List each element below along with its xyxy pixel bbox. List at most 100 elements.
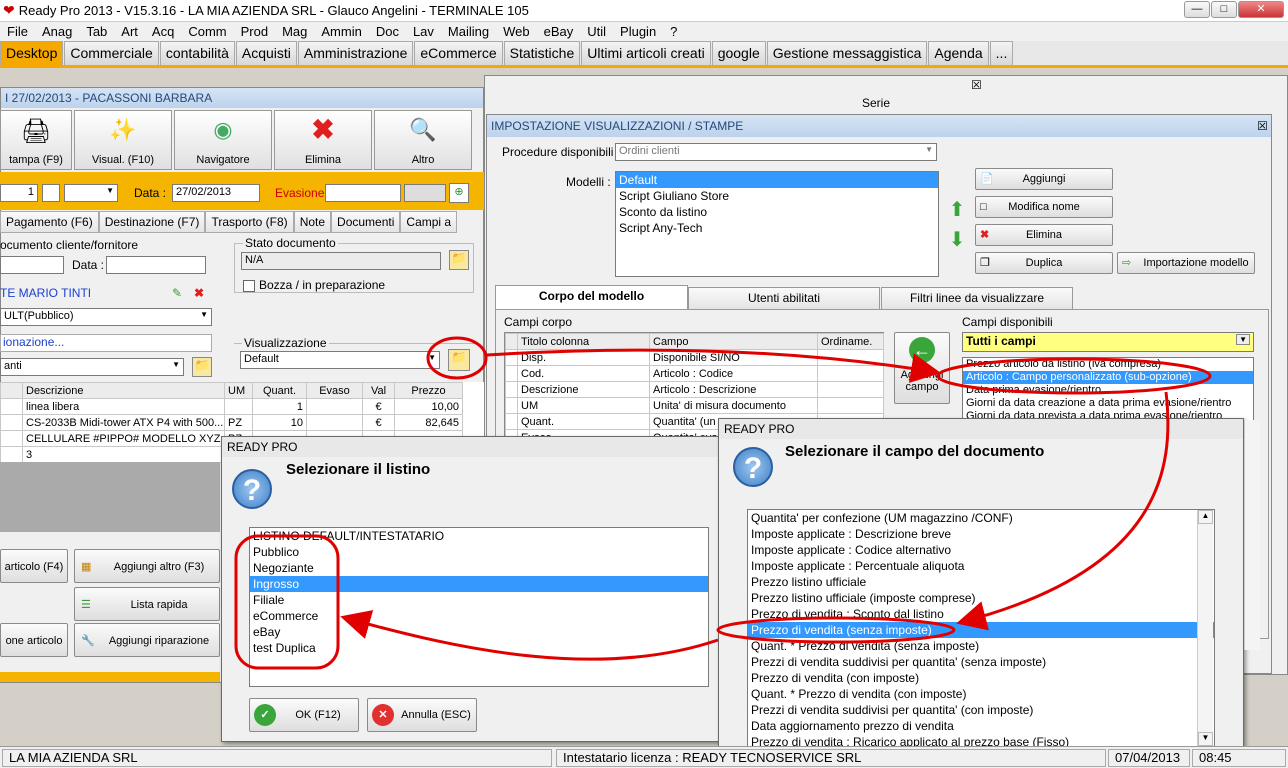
listino-item[interactable]: LISTINO DEFAULT/INTESTATARIO: [250, 528, 708, 544]
campo-list-scrollbar[interactable]: ▲ ▼: [1197, 510, 1213, 746]
visualizzazione-select[interactable]: Default ▼: [240, 351, 440, 369]
tab-1[interactable]: Commerciale: [64, 41, 159, 65]
listino-item[interactable]: eCommerce: [250, 608, 708, 624]
tab-4[interactable]: Amministrazione: [297, 41, 414, 65]
campo-item[interactable]: Quant. * Prezzo di vendita (con imposte): [748, 686, 1214, 702]
campo-item[interactable]: Prezzi di vendita suddivisi per quantita…: [748, 654, 1214, 670]
campo-item[interactable]: Data aggiornamento prezzo di vendita: [748, 718, 1214, 734]
tab-11[interactable]: ...: [989, 41, 1014, 65]
menu-item-4[interactable]: Acq: [145, 24, 181, 39]
listino-item[interactable]: eBay: [250, 624, 708, 640]
modello-item[interactable]: Script Giuliano Store: [616, 188, 938, 204]
tab-8[interactable]: google: [711, 41, 766, 65]
evasione-extra-field[interactable]: [404, 184, 446, 202]
order-subtab-0[interactable]: Pagamento (F6): [0, 211, 99, 233]
tab-2[interactable]: contabilità: [159, 41, 235, 65]
table-row[interactable]: linea libera 1 €10,00: [0, 398, 463, 415]
menu-item-7[interactable]: Mag: [275, 24, 314, 39]
modello-item[interactable]: Script Any-Tech: [616, 220, 938, 236]
visual-button[interactable]: ✨ Visual. (F10): [74, 110, 172, 170]
campo-disponibile-item[interactable]: Prezzo articolo da listino (iva compresa…: [963, 358, 1253, 371]
stato-folder-button[interactable]: 📁: [449, 250, 469, 270]
tab-5[interactable]: eCommerce: [414, 41, 503, 65]
data2-field[interactable]: [106, 256, 206, 274]
navigatore-button[interactable]: ◉ Navigatore: [174, 110, 272, 170]
campo-item[interactable]: Imposte applicate : Codice alternativo: [748, 542, 1214, 558]
aggiungi-riparazione-button[interactable]: 🔧 Aggiungi riparazione: [74, 623, 220, 657]
annulla-button[interactable]: ✕ Annulla (ESC): [367, 698, 477, 732]
campo-item[interactable]: Prezzo di vendita (senza imposte): [748, 622, 1214, 638]
campo-disponibile-item[interactable]: Data prima evasione/rientro: [963, 384, 1253, 397]
folder-button[interactable]: 📁: [192, 357, 212, 377]
tab-3[interactable]: Acquisti: [235, 41, 297, 65]
scroll-down-icon[interactable]: ▼: [1198, 732, 1213, 746]
lista-rapida-button[interactable]: ☰ Lista rapida: [74, 587, 220, 621]
maximize-button[interactable]: □: [1211, 1, 1237, 18]
altro-button[interactable]: 🔍 Altro: [374, 110, 472, 170]
listino-item[interactable]: Pubblico: [250, 544, 708, 560]
impostazione-scrollbar[interactable]: [1244, 420, 1260, 650]
modelli-list[interactable]: Default Script Giuliano Store Sconto da li…: [615, 171, 939, 277]
bozza-checkbox[interactable]: Bozza / in preparazione: [243, 278, 385, 292]
remove-x-icon[interactable]: ✖: [194, 286, 204, 300]
tab-0[interactable]: Desktop: [0, 41, 64, 65]
scroll-up-icon[interactable]: ▲: [1198, 510, 1213, 524]
order-subtab-5[interactable]: Campi a: [400, 211, 458, 233]
procedure-select[interactable]: Ordini clienti ▼: [615, 143, 937, 161]
listino-item[interactable]: test Duplica: [250, 640, 708, 656]
zoom-button[interactable]: ⊕: [449, 183, 469, 203]
aggiungi-modello-button[interactable]: 📄 Aggiungi: [975, 168, 1113, 190]
campo-item[interactable]: Prezzo di vendita : Sconto dal listino: [748, 606, 1214, 622]
data-field[interactable]: 27/02/2013: [172, 184, 260, 202]
listino-item[interactable]: Ingrosso: [250, 576, 708, 592]
modello-item[interactable]: Sconto da listino: [616, 204, 938, 220]
anti-select[interactable]: anti ▼: [0, 358, 184, 376]
menu-item-15[interactable]: Plugin: [613, 24, 663, 39]
campo-item[interactable]: Imposte applicate : Descrizione breve: [748, 526, 1214, 542]
menu-item-14[interactable]: Util: [580, 24, 613, 39]
visualizzazione-folder-button[interactable]: 📁: [448, 349, 470, 371]
order-subtab-1[interactable]: Destinazione (F7): [98, 211, 206, 233]
table-row[interactable]: CS-2033B Midi-tower ATX P4 with 500... PZ…: [0, 414, 463, 431]
ionazione-link[interactable]: ionazione...: [0, 334, 212, 352]
order-subtab-4[interactable]: Documenti: [331, 211, 401, 233]
tab-6[interactable]: Statistiche: [503, 41, 581, 65]
minimize-button[interactable]: —: [1184, 1, 1210, 18]
move-down-arrow-icon[interactable]: ⬇: [945, 227, 969, 251]
elimina-modello-button[interactable]: ✖ Elimina: [975, 224, 1113, 246]
modello-item[interactable]: Default: [616, 172, 938, 188]
tab-corpo-modello[interactable]: Corpo del modello: [495, 285, 688, 309]
campo-item[interactable]: Imposte applicate : Percentuale aliquota: [748, 558, 1214, 574]
campo-list[interactable]: Quantita' per confezione (UM magazzino /…: [747, 509, 1215, 747]
listino-select[interactable]: ULT(Pubblico) ▼: [0, 308, 212, 326]
impostazione-close-icon[interactable]: ☒: [1257, 119, 1268, 133]
elimina-button[interactable]: ✖ Elimina: [274, 110, 372, 170]
aggiungi-altro-button[interactable]: ▦ Aggiungi altro (F3): [74, 549, 220, 583]
campo-item[interactable]: Prezzo listino ufficiale: [748, 574, 1214, 590]
menu-item-2[interactable]: Tab: [79, 24, 114, 39]
type-select[interactable]: ▼: [64, 184, 118, 202]
menu-item-8[interactable]: Ammin: [314, 24, 368, 39]
menu-item-3[interactable]: Art: [114, 24, 145, 39]
doc-cliente-field[interactable]: [0, 256, 64, 274]
campo-item[interactable]: Prezzo listino ufficiale (imposte compre…: [748, 590, 1214, 606]
menu-item-16[interactable]: ?: [663, 24, 684, 39]
menu-item-13[interactable]: eBay: [537, 24, 581, 39]
stampa-button[interactable]: 🖨 tampa (F9): [0, 110, 72, 170]
customer-name[interactable]: TE MARIO TINTI: [0, 286, 91, 300]
menu-item-1[interactable]: Anag: [35, 24, 79, 39]
menu-item-6[interactable]: Prod: [234, 24, 275, 39]
modifica-nome-button[interactable]: □ Modifica nome: [975, 196, 1113, 218]
campo-disponibile-item[interactable]: Articolo : Campo personalizzato (sub-opz…: [963, 371, 1253, 384]
edit-pencil-icon[interactable]: ✎: [172, 286, 182, 300]
one-articolo-button[interactable]: one articolo: [0, 623, 68, 657]
number-suffix-field[interactable]: [42, 184, 60, 202]
tab-filtri-linee[interactable]: Filtri linee da visualizzare: [881, 287, 1073, 309]
listino-item[interactable]: Negoziante: [250, 560, 708, 576]
table-row[interactable]: Descrizione Articolo : Descrizione: [505, 381, 884, 398]
table-row[interactable]: Cod. Articolo : Codice: [505, 365, 884, 382]
evasione-field[interactable]: [325, 184, 401, 202]
tab-9[interactable]: Gestione messaggistica: [766, 41, 928, 65]
menu-item-10[interactable]: Lav: [406, 24, 441, 39]
tab-10[interactable]: Agenda: [928, 41, 989, 65]
